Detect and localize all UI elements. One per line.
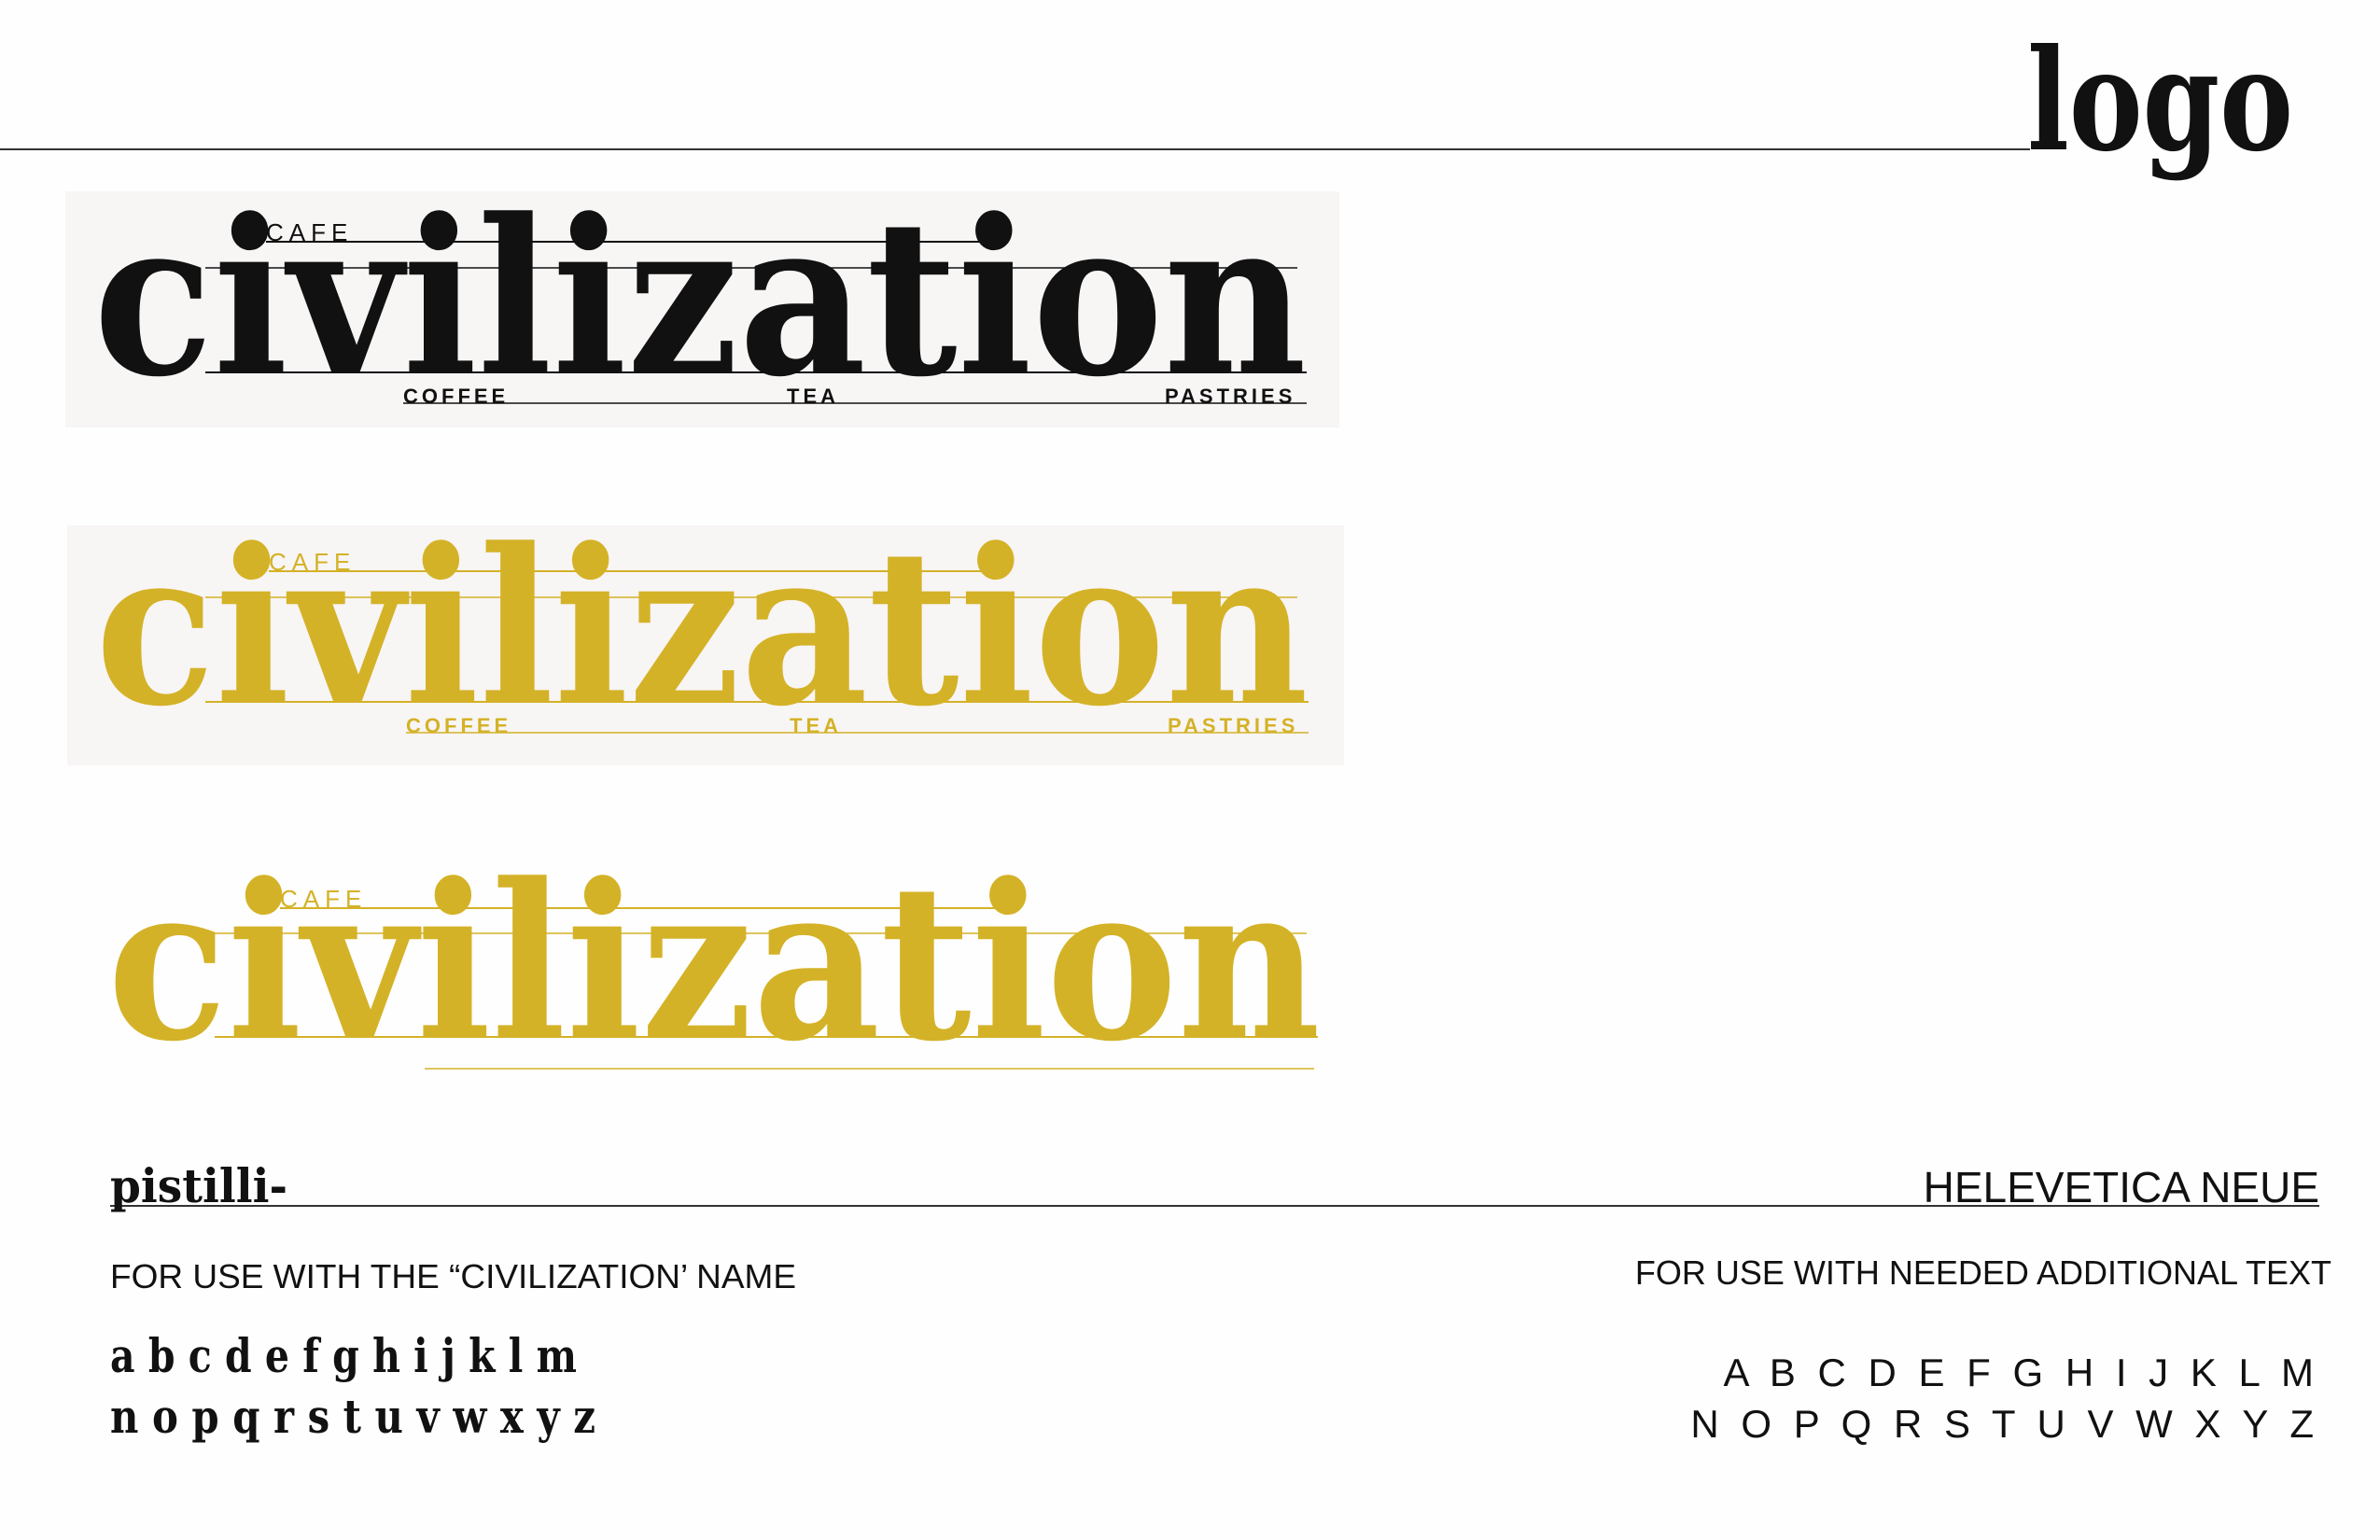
secondary-alphabet-line2: N O P Q R S T U V W X Y Z <box>1690 1402 2319 1446</box>
tagline-tea: TEA <box>790 714 842 737</box>
logo-name: civilization <box>107 837 1321 1089</box>
tagline-pastries: PASTRIES <box>1165 385 1295 408</box>
logo-black: CAFE civilization COFFEE TEA PASTRIES <box>65 173 1339 427</box>
tagline-coffee: COFFEE <box>406 714 511 737</box>
page-title: logo <box>2027 19 2293 183</box>
tagline-tea: TEA <box>787 385 839 408</box>
secondary-usage: FOR USE WITH NEEDED ADDITIONAL TEXT <box>1635 1253 2331 1292</box>
tagline-coffee: COFFEE <box>403 385 509 408</box>
logo-name: civilization <box>95 502 1309 754</box>
logo-name: civilization <box>93 173 1307 425</box>
secondary-alphabet-line1: A B C D E F G H I J K L M <box>1723 1351 2319 1394</box>
secondary-typeface-name: HELEVETICA NEUE <box>1924 1163 2319 1211</box>
logo-gold-plain: CAFE civilization <box>107 837 1321 1089</box>
primary-usage: FOR USE WITH THE “CIVILIZATION’ NAME <box>110 1257 796 1295</box>
primary-alphabet-line2: n o p q r s t u v w x y z <box>110 1389 595 1444</box>
primary-typeface-name: pistilli- <box>110 1158 287 1213</box>
logo-gold: CAFE civilization COFFEE TEA PASTRIES <box>67 502 1344 765</box>
brand-sheet: logo CAFE civilization COFFEE TEA PASTRI… <box>0 0 2380 1540</box>
tagline-pastries: PASTRIES <box>1168 714 1298 737</box>
primary-alphabet-line1: a b c d e f g h i j k l m <box>110 1328 577 1383</box>
